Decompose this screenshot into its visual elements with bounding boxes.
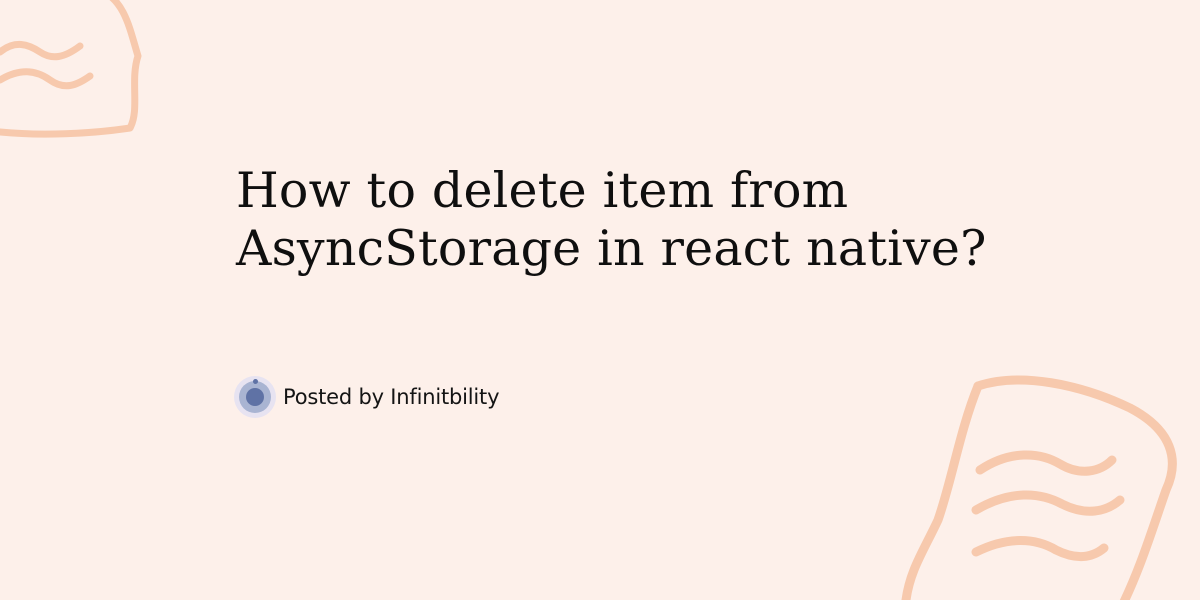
author-byline: Posted by Infinitbility	[234, 376, 500, 418]
social-card: How to delete item from AsyncStorage in …	[0, 0, 1200, 600]
byline-text: Posted by Infinitbility	[283, 385, 500, 409]
author-avatar-icon	[234, 376, 276, 418]
speech-bubble-doodle-icon	[901, 375, 1177, 600]
page-title: How to delete item from AsyncStorage in …	[236, 162, 987, 277]
speech-bubble-doodle-icon	[0, 0, 142, 138]
